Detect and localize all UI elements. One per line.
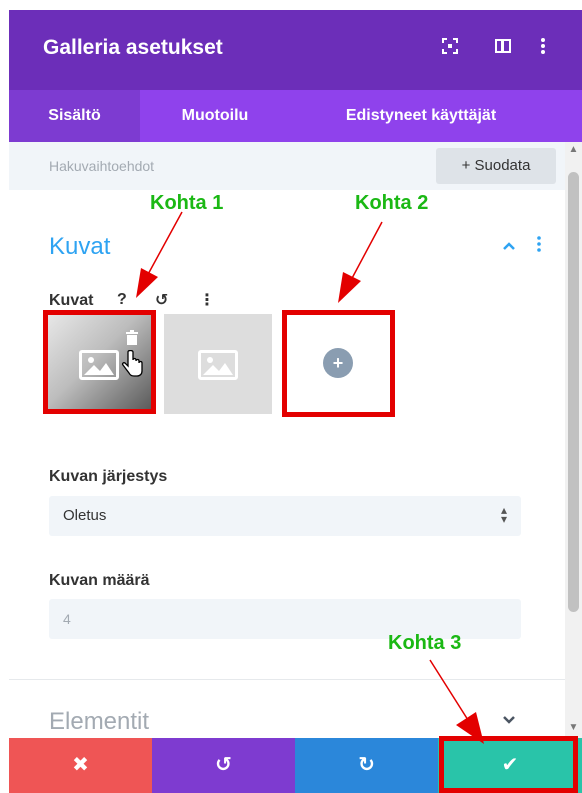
help-icon[interactable]: ?	[117, 291, 127, 309]
tab-bar: Sisältö Muotoilu Edistyneet käyttäjät	[9, 90, 582, 142]
search-bar: Hakuvaihtoehdot + Suodata	[9, 142, 565, 190]
count-input-value: 4	[63, 611, 71, 627]
image-placeholder-icon	[198, 350, 238, 380]
redo-button[interactable]: ↻	[295, 738, 438, 793]
gallery-label: Kuvat	[49, 292, 94, 309]
chevron-down-icon[interactable]	[502, 712, 516, 730]
order-select[interactable]: Oletus ▴ ▾	[49, 496, 521, 536]
more-vertical-icon[interactable]	[540, 38, 546, 58]
reset-icon[interactable]: ↺	[155, 290, 168, 310]
annotation-label-3: Kohta 3	[388, 632, 462, 654]
tab-advanced[interactable]: Edistyneet käyttäjät	[290, 90, 552, 142]
search-input[interactable]: Hakuvaihtoehdot	[49, 158, 154, 174]
filter-button[interactable]: + Suodata	[436, 148, 556, 184]
settings-content: Kuvat Kuvat ? ↺ ⋮ + Kuvan järjestys Olet…	[9, 190, 565, 738]
tab-design[interactable]: Muotoilu	[140, 90, 290, 142]
field-menu-icon[interactable]: ⋮	[199, 290, 215, 310]
highlight-box-1	[43, 310, 156, 414]
chevron-up-icon[interactable]	[502, 238, 516, 256]
gallery-image-2[interactable]	[164, 314, 272, 414]
scrollbar-thumb[interactable]	[568, 172, 579, 612]
count-label: Kuvan määrä	[49, 572, 150, 589]
section-title-elements[interactable]: Elementit	[49, 708, 149, 736]
undo-button[interactable]: ↺	[152, 738, 295, 793]
scrollbar[interactable]: ▲ ▼	[565, 142, 582, 738]
cancel-button[interactable]: ✖	[9, 738, 152, 793]
order-select-value: Oletus	[63, 507, 107, 524]
select-arrows-icon: ▴ ▾	[500, 503, 507, 526]
section-divider	[9, 679, 565, 680]
section-menu-icon[interactable]	[537, 236, 541, 257]
highlight-box-3	[439, 736, 578, 793]
fullscreen-icon[interactable]	[442, 38, 458, 58]
scroll-up-icon[interactable]: ▲	[565, 144, 582, 155]
tab-content[interactable]: Sisältö	[9, 90, 140, 142]
highlight-box-2	[282, 310, 395, 417]
annotation-label-2: Kohta 2	[355, 192, 429, 214]
sidebar-toggle-icon[interactable]	[495, 38, 511, 58]
scroll-down-icon[interactable]: ▼	[565, 722, 582, 733]
panel-header: Galleria asetukset	[9, 10, 582, 90]
annotation-label-1: Kohta 1	[150, 192, 224, 214]
panel-title: Galleria asetukset	[43, 36, 223, 59]
order-label: Kuvan järjestys	[49, 468, 168, 485]
section-title-images[interactable]: Kuvat	[49, 233, 110, 261]
